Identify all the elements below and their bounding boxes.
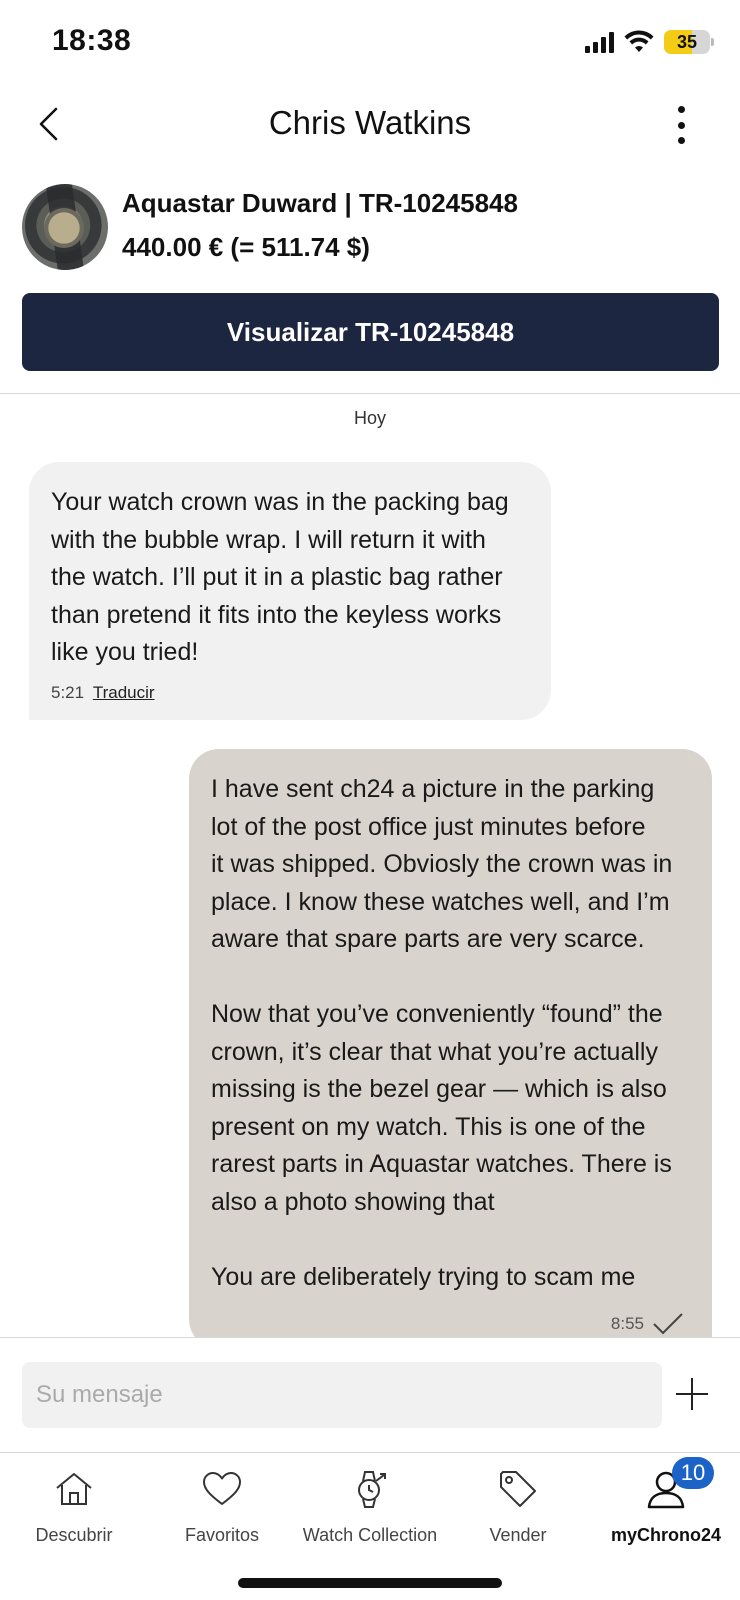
message-time: 5:21 — [51, 683, 85, 702]
more-options-button[interactable] — [670, 106, 692, 144]
divider — [0, 393, 740, 394]
incoming-message[interactable]: Your watch crown was in the packing bag … — [29, 462, 551, 720]
home-icon — [52, 1467, 96, 1511]
tab-label: myChrono24 — [610, 1525, 722, 1545]
product-thumbnail[interactable] — [22, 184, 108, 270]
more-dot-icon — [677, 106, 685, 113]
more-dot-icon — [677, 121, 685, 129]
home-indicator[interactable] — [238, 1578, 502, 1588]
message-text: Your watch crown was in the packing bag … — [51, 488, 509, 666]
heart-icon — [200, 1467, 244, 1511]
view-listing-button[interactable]: Visualizar TR-10245848 — [22, 293, 719, 371]
status-indicators: 35 — [585, 30, 714, 54]
tab-descubrir[interactable]: Descubrir — [0, 1453, 148, 1573]
translate-link[interactable]: Traducir — [93, 683, 155, 702]
day-separator: Hoy — [353, 408, 386, 428]
tab-vender[interactable]: Vender — [444, 1453, 592, 1573]
check-icon — [653, 1313, 683, 1335]
outgoing-message[interactable]: I have sent ch24 a picture in the parkin… — [189, 749, 712, 1349]
product-name: Aquastar Duward | TR-10245848 — [122, 188, 518, 218]
tag-icon — [496, 1467, 540, 1511]
chat-header: Chris Watkins — [0, 84, 740, 164]
message-input[interactable] — [22, 1362, 662, 1428]
tab-label: Descubrir — [35, 1525, 113, 1545]
product-price: 440.00 € (= 511.74 $) — [122, 232, 370, 262]
status-time: 18:38 — [52, 24, 132, 57]
status-bar: 18:38 35 — [0, 0, 740, 84]
message-meta: 5:21 Traducir — [51, 674, 155, 712]
cellular-signal-icon — [585, 31, 614, 53]
tab-watch-collection[interactable]: Watch Collection — [296, 1453, 444, 1573]
battery-icon: 35 — [664, 30, 714, 54]
tab-mychrono24[interactable]: myChrono24 10 — [592, 1453, 740, 1573]
watch-icon — [348, 1467, 392, 1511]
product-summary[interactable]: Aquastar Duward | TR-10245848 440.00 € (… — [22, 184, 718, 274]
more-dot-icon — [677, 137, 685, 144]
battery-level: 35 — [676, 31, 698, 52]
message-composer — [0, 1338, 740, 1452]
message-text: I have sent ch24 a picture in the parkin… — [211, 775, 673, 1291]
tab-bar: Descubrir Favoritos Watch Collection Ven… — [0, 1453, 740, 1573]
wifi-icon — [624, 30, 654, 52]
add-attachment-button[interactable] — [672, 1374, 712, 1414]
tab-favoritos[interactable]: Favoritos — [148, 1453, 296, 1573]
notification-badge: 10 — [672, 1457, 714, 1489]
tab-label: Watch Collection — [302, 1525, 438, 1545]
contact-name: Chris Watkins — [268, 104, 472, 141]
tab-label: Vender — [489, 1525, 547, 1545]
tab-label: Favoritos — [184, 1525, 260, 1545]
